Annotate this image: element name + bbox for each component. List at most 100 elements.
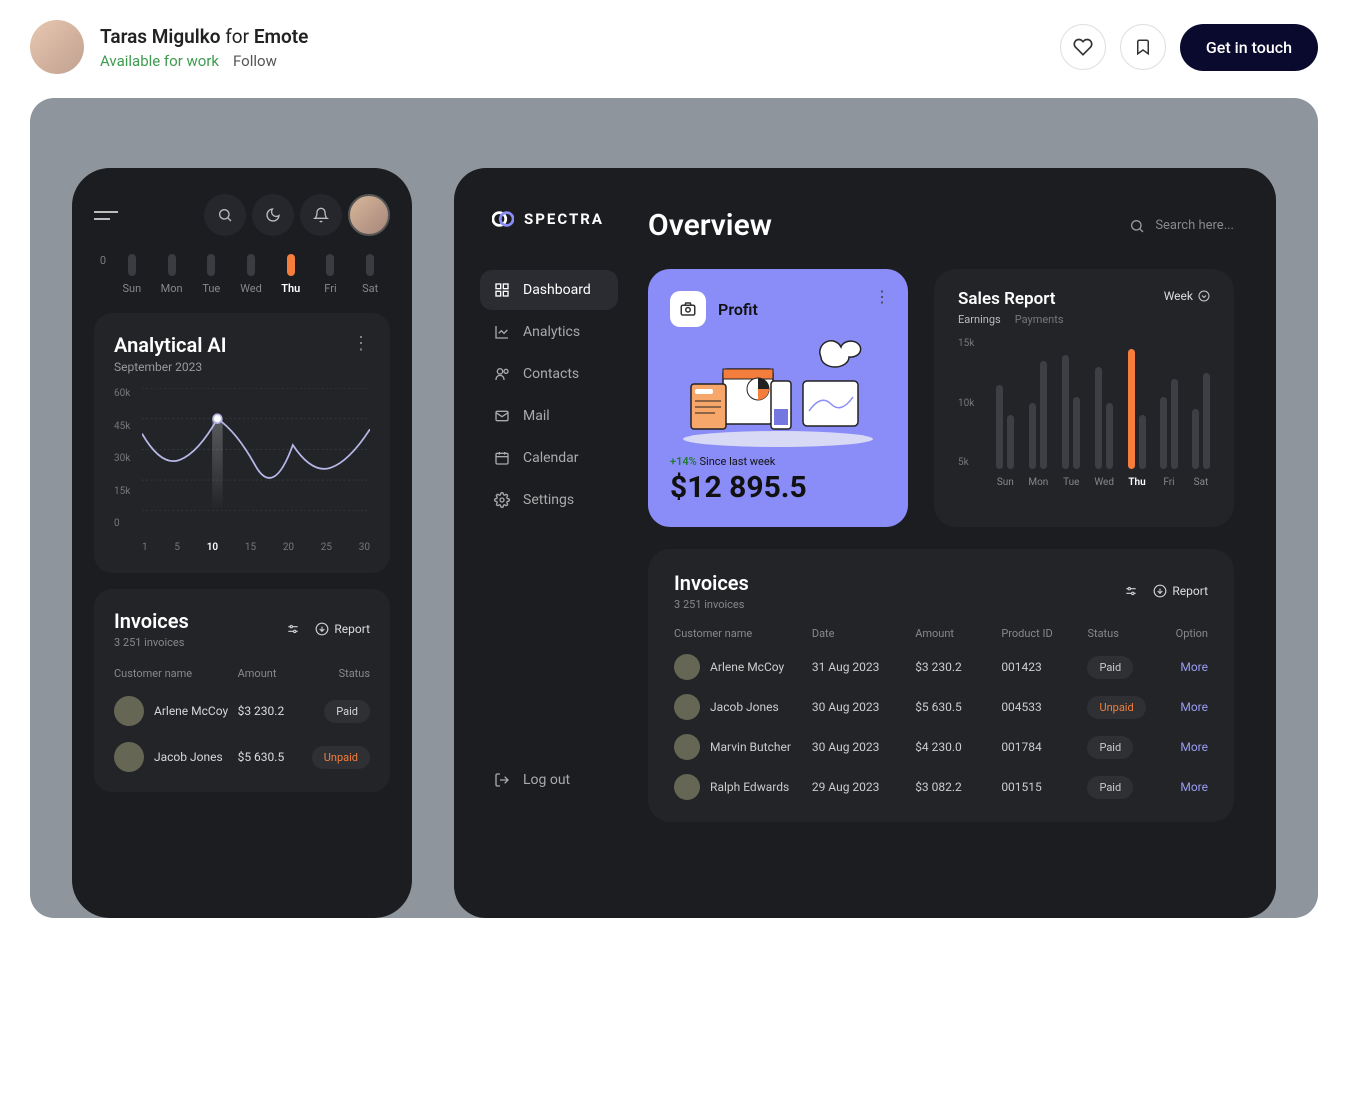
profit-illustration: [662, 339, 894, 449]
card-menu-icon[interactable]: ⋮: [874, 287, 890, 306]
bar-wed[interactable]: Wed: [1094, 349, 1114, 488]
table-row[interactable]: Arlene McCoy31 Aug 2023$3 230.2001423Pai…: [674, 654, 1208, 680]
bar-thu[interactable]: Thu: [1128, 349, 1146, 488]
filter-icon[interactable]: [285, 622, 301, 636]
download-icon: [315, 622, 329, 636]
analytical-subtitle: September 2023: [114, 360, 227, 374]
search-icon: [1129, 218, 1145, 234]
bar-chart: 15k10k5k SunMonTueWedThuFriSat: [958, 338, 1210, 488]
author-title: Taras Migulko for Emote: [100, 25, 1044, 48]
bell-icon: [313, 207, 329, 223]
shot-canvas: 0SunMonTueWedThuFriSat Analytical AI Sep…: [30, 98, 1318, 918]
page-title: Overview: [648, 208, 1099, 243]
table-row[interactable]: Marvin Butcher30 Aug 2023$4 230.0001784P…: [674, 734, 1208, 760]
chart-icon: [494, 324, 510, 340]
day-mon[interactable]: Mon: [152, 254, 192, 295]
more-link[interactable]: More: [1156, 660, 1208, 674]
theme-button[interactable]: [252, 194, 294, 236]
bookmark-icon: [1134, 38, 1152, 56]
logout-icon: [494, 772, 510, 788]
sidebar-item-settings[interactable]: Settings: [480, 480, 618, 520]
bookmark-button[interactable]: [1120, 24, 1166, 70]
profit-delta: +14% Since last week: [670, 455, 886, 468]
profit-value: $12 895.5: [670, 470, 886, 505]
zero-label: 0: [94, 254, 112, 267]
report-button[interactable]: Report: [315, 622, 370, 636]
bar-mon[interactable]: Mon: [1028, 349, 1048, 488]
users-icon: [494, 366, 510, 382]
logout-button[interactable]: Log out: [480, 760, 618, 800]
search-icon: [217, 207, 233, 223]
profit-card: Profit ⋮: [648, 269, 908, 527]
menu-icon[interactable]: [94, 206, 118, 225]
mobile-frame: 0SunMonTueWedThuFriSat Analytical AI Sep…: [72, 168, 412, 918]
desktop-frame: SPECTRA DashboardAnalyticsContactsMailCa…: [454, 168, 1276, 918]
sidebar: SPECTRA DashboardAnalyticsContactsMailCa…: [480, 208, 618, 890]
follow-button[interactable]: Follow: [233, 52, 277, 70]
filter-icon[interactable]: [1123, 584, 1139, 598]
heart-icon: [1073, 37, 1093, 57]
invoices-count: 3 251 invoices: [114, 636, 189, 649]
logo-icon: [492, 208, 514, 230]
analytical-title: Analytical AI: [114, 333, 227, 357]
profit-label: Profit: [718, 300, 758, 319]
more-link[interactable]: More: [1156, 780, 1208, 794]
sales-card: Sales Report Earnings Payments Week: [934, 269, 1234, 527]
card-menu-icon[interactable]: ⋮: [352, 333, 370, 354]
day-tue[interactable]: Tue: [191, 254, 231, 295]
invoices-count: 3 251 invoices: [674, 598, 749, 611]
invoices-title: Invoices: [114, 609, 189, 633]
bar-fri[interactable]: Fri: [1160, 349, 1178, 488]
report-button[interactable]: Report: [1153, 584, 1208, 598]
day-sat[interactable]: Sat: [350, 254, 390, 295]
available-link[interactable]: Available for work: [100, 52, 219, 70]
table-row[interactable]: Jacob Jones30 Aug 2023$5 630.5004533Unpa…: [674, 694, 1208, 720]
page-header: Taras Migulko for Emote Available for wo…: [30, 20, 1318, 74]
more-link[interactable]: More: [1156, 740, 1208, 754]
day-wed[interactable]: Wed: [231, 254, 271, 295]
week-selector: 0SunMonTueWedThuFriSat: [94, 254, 390, 295]
author-avatar[interactable]: [30, 20, 84, 74]
grid-icon: [494, 282, 510, 298]
bar-sun[interactable]: Sun: [996, 349, 1014, 488]
mail-icon: [494, 408, 510, 424]
sidebar-item-analytics[interactable]: Analytics: [480, 312, 618, 352]
download-icon: [1153, 584, 1167, 598]
chevron-down-icon: [1198, 290, 1210, 302]
invoices-card: Invoices 3 251 invoices Report Customer …: [648, 549, 1234, 822]
analytical-card: Analytical AI September 2023 ⋮ 60k45k30k…: [94, 313, 390, 573]
tab-payments[interactable]: Payments: [1015, 313, 1064, 326]
table-row[interactable]: Arlene McCoy$3 230.2Paid: [114, 696, 370, 726]
sales-title: Sales Report: [958, 289, 1063, 309]
gear-icon: [494, 492, 510, 508]
invoices-title: Invoices: [674, 571, 749, 595]
camera-icon: [670, 291, 706, 327]
like-button[interactable]: [1060, 24, 1106, 70]
invoices-mobile-card: Invoices 3 251 invoices Report Customer …: [94, 589, 390, 792]
tab-earnings[interactable]: Earnings: [958, 313, 1001, 326]
day-thu[interactable]: Thu: [271, 254, 311, 295]
logo[interactable]: SPECTRA: [480, 208, 618, 230]
moon-icon: [265, 207, 281, 223]
table-row[interactable]: Ralph Edwards29 Aug 2023$3 082.2001515Pa…: [674, 774, 1208, 800]
bar-sat[interactable]: Sat: [1192, 349, 1210, 488]
day-sun[interactable]: Sun: [112, 254, 152, 295]
sidebar-item-dashboard[interactable]: Dashboard: [480, 270, 618, 310]
more-link[interactable]: More: [1156, 700, 1208, 714]
table-header: Customer nameDateAmountProduct IDStatusO…: [674, 627, 1208, 640]
get-in-touch-button[interactable]: Get in touch: [1180, 24, 1318, 71]
line-chart: 60k45k30k15k0 151015202530: [114, 388, 370, 553]
day-fri[interactable]: Fri: [311, 254, 351, 295]
user-avatar[interactable]: [348, 194, 390, 236]
invoice-columns: Customer name Amount Status: [114, 667, 370, 680]
period-selector[interactable]: Week: [1164, 289, 1210, 303]
search-button[interactable]: [204, 194, 246, 236]
bar-tue[interactable]: Tue: [1062, 349, 1080, 488]
notifications-button[interactable]: [300, 194, 342, 236]
sidebar-item-calendar[interactable]: Calendar: [480, 438, 618, 478]
table-row[interactable]: Jacob Jones$5 630.5Unpaid: [114, 742, 370, 772]
sidebar-item-mail[interactable]: Mail: [480, 396, 618, 436]
sidebar-item-contacts[interactable]: Contacts: [480, 354, 618, 394]
calendar-icon: [494, 450, 510, 466]
search-input[interactable]: Search here...: [1129, 218, 1234, 234]
